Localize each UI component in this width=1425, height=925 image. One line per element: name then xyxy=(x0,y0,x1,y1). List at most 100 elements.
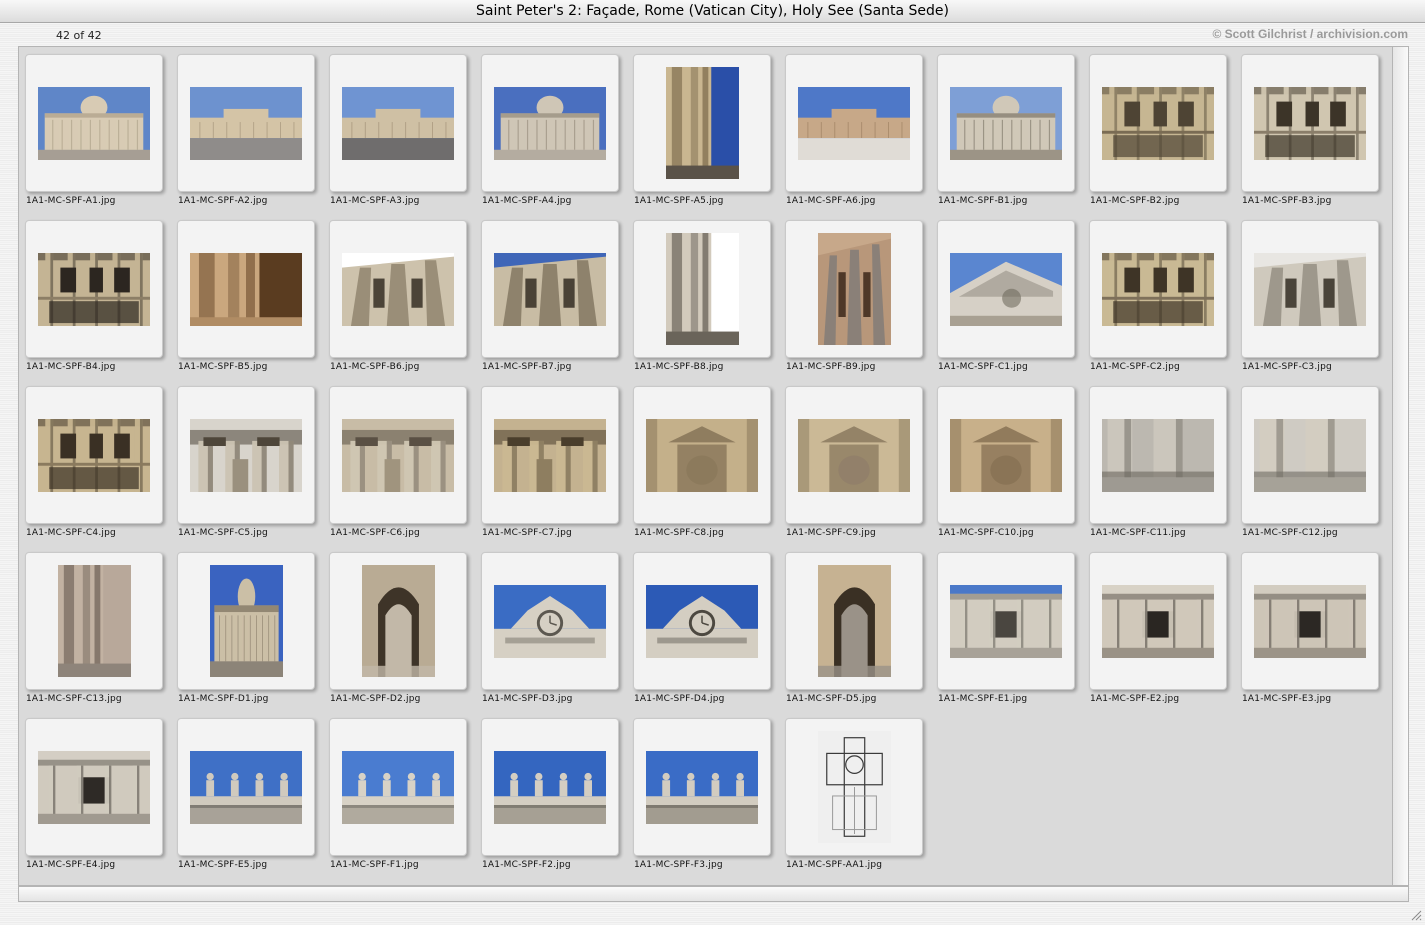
slide-frame[interactable] xyxy=(329,220,467,358)
thumbnail-image[interactable] xyxy=(494,419,606,492)
thumbnail-image[interactable] xyxy=(342,419,454,492)
slide-frame[interactable] xyxy=(1089,54,1227,192)
thumbnail-image[interactable] xyxy=(950,253,1062,326)
slide-frame[interactable] xyxy=(329,54,467,192)
thumbnail-tile[interactable]: 1A1-MC-SPF-A2.jpg xyxy=(176,54,316,214)
thumbnail-image[interactable] xyxy=(1254,87,1366,160)
thumbnail-tile[interactable]: 1A1-MC-SPF-F2.jpg xyxy=(480,718,620,878)
thumbnail-image[interactable] xyxy=(818,565,891,677)
thumbnail-image[interactable] xyxy=(494,87,606,160)
slide-frame[interactable] xyxy=(177,386,315,524)
slide-frame[interactable] xyxy=(25,54,163,192)
thumbnail-image[interactable] xyxy=(818,233,891,345)
thumbnail-tile[interactable]: 1A1-MC-SPF-B7.jpg xyxy=(480,220,620,380)
slide-frame[interactable] xyxy=(1241,386,1379,524)
thumbnail-tile[interactable]: 1A1-MC-SPF-E1.jpg xyxy=(936,552,1076,712)
thumbnail-image[interactable] xyxy=(666,233,739,345)
thumbnail-tile[interactable]: 1A1-MC-SPF-C10.jpg xyxy=(936,386,1076,546)
slide-frame[interactable] xyxy=(25,552,163,690)
thumbnail-tile[interactable]: 1A1-MC-SPF-C5.jpg xyxy=(176,386,316,546)
slide-frame[interactable] xyxy=(481,220,619,358)
slide-frame[interactable] xyxy=(785,386,923,524)
thumbnail-image[interactable] xyxy=(646,585,758,658)
thumbnail-tile[interactable]: 1A1-MC-SPF-F1.jpg xyxy=(328,718,468,878)
thumbnail-image[interactable] xyxy=(798,419,910,492)
thumbnail-tile[interactable]: 1A1-MC-SPF-B6.jpg xyxy=(328,220,468,380)
thumbnail-tile[interactable]: 1A1-MC-SPF-E5.jpg xyxy=(176,718,316,878)
thumbnail-image[interactable] xyxy=(190,253,302,326)
slide-frame[interactable] xyxy=(633,54,771,192)
vertical-scrollbar[interactable] xyxy=(1393,46,1409,886)
thumbnail-image[interactable] xyxy=(646,419,758,492)
thumbnail-image[interactable] xyxy=(362,565,435,677)
thumbnail-tile[interactable]: 1A1-MC-SPF-C9.jpg xyxy=(784,386,924,546)
thumbnail-image[interactable] xyxy=(1102,87,1214,160)
slide-frame[interactable] xyxy=(937,220,1075,358)
slide-frame[interactable] xyxy=(329,718,467,856)
slide-frame[interactable] xyxy=(25,220,163,358)
thumbnail-tile[interactable]: 1A1-MC-SPF-A4.jpg xyxy=(480,54,620,214)
slide-frame[interactable] xyxy=(481,386,619,524)
thumbnail-tile[interactable]: 1A1-MC-SPF-B4.jpg xyxy=(24,220,164,380)
thumbnail-tile[interactable]: 1A1-MC-SPF-C1.jpg xyxy=(936,220,1076,380)
thumbnail-image[interactable] xyxy=(38,419,150,492)
thumbnail-tile[interactable]: 1A1-MC-SPF-D5.jpg xyxy=(784,552,924,712)
thumbnail-image[interactable] xyxy=(646,751,758,824)
thumbnail-image[interactable] xyxy=(494,253,606,326)
thumbnail-tile[interactable]: 1A1-MC-SPF-D3.jpg xyxy=(480,552,620,712)
thumbnail-tile[interactable]: 1A1-MC-SPF-A1.jpg xyxy=(24,54,164,214)
slide-frame[interactable] xyxy=(177,220,315,358)
thumbnail-tile[interactable]: 1A1-MC-SPF-C7.jpg xyxy=(480,386,620,546)
slide-frame[interactable] xyxy=(329,552,467,690)
slide-frame[interactable] xyxy=(177,718,315,856)
thumbnail-tile[interactable]: 1A1-MC-SPF-E2.jpg xyxy=(1088,552,1228,712)
resize-grip-icon[interactable] xyxy=(1410,906,1422,921)
thumbnail-image[interactable] xyxy=(342,87,454,160)
thumbnail-tile[interactable]: 1A1-MC-SPF-C4.jpg xyxy=(24,386,164,546)
slide-frame[interactable] xyxy=(785,718,923,856)
thumbnail-image[interactable] xyxy=(190,87,302,160)
thumbnail-tile[interactable]: 1A1-MC-SPF-C6.jpg xyxy=(328,386,468,546)
slide-frame[interactable] xyxy=(25,718,163,856)
slide-frame[interactable] xyxy=(937,386,1075,524)
horizontal-scrollbar[interactable] xyxy=(18,886,1409,902)
thumbnail-tile[interactable]: 1A1-MC-SPF-E3.jpg xyxy=(1240,552,1380,712)
slide-frame[interactable] xyxy=(481,718,619,856)
thumbnail-image[interactable] xyxy=(190,751,302,824)
thumbnail-image[interactable] xyxy=(798,87,910,160)
thumbnail-tile[interactable]: 1A1-MC-SPF-C8.jpg xyxy=(632,386,772,546)
slide-frame[interactable] xyxy=(937,54,1075,192)
slide-frame[interactable] xyxy=(1241,54,1379,192)
thumbnail-tile[interactable]: 1A1-MC-SPF-D1.jpg xyxy=(176,552,316,712)
thumbnail-tile[interactable]: 1A1-MC-SPF-B5.jpg xyxy=(176,220,316,380)
slide-frame[interactable] xyxy=(633,718,771,856)
slide-frame[interactable] xyxy=(177,552,315,690)
thumbnail-tile[interactable]: 1A1-MC-SPF-B9.jpg xyxy=(784,220,924,380)
thumbnail-image[interactable] xyxy=(190,419,302,492)
thumbnail-image[interactable] xyxy=(342,253,454,326)
thumbnail-image[interactable] xyxy=(950,585,1062,658)
slide-frame[interactable] xyxy=(1241,552,1379,690)
thumbnail-image[interactable] xyxy=(818,731,891,843)
slide-frame[interactable] xyxy=(25,386,163,524)
thumbnail-image[interactable] xyxy=(1254,253,1366,326)
slide-frame[interactable] xyxy=(481,552,619,690)
thumbnail-tile[interactable]: 1A1-MC-SPF-B8.jpg xyxy=(632,220,772,380)
slide-frame[interactable] xyxy=(329,386,467,524)
slide-frame[interactable] xyxy=(177,54,315,192)
thumbnail-image[interactable] xyxy=(58,565,131,677)
slide-frame[interactable] xyxy=(785,54,923,192)
thumbnail-tile[interactable]: 1A1-MC-SPF-E4.jpg xyxy=(24,718,164,878)
thumbnail-tile[interactable]: 1A1-MC-SPF-B3.jpg xyxy=(1240,54,1380,214)
thumbnail-tile[interactable]: 1A1-MC-SPF-AA1.jpg xyxy=(784,718,924,878)
thumbnail-tile[interactable]: 1A1-MC-SPF-C3.jpg xyxy=(1240,220,1380,380)
thumbnail-tile[interactable]: 1A1-MC-SPF-C13.jpg xyxy=(24,552,164,712)
thumbnail-image[interactable] xyxy=(210,565,283,677)
slide-frame[interactable] xyxy=(1241,220,1379,358)
slide-frame[interactable] xyxy=(633,220,771,358)
thumbnail-tile[interactable]: 1A1-MC-SPF-C12.jpg xyxy=(1240,386,1380,546)
thumbnail-image[interactable] xyxy=(342,751,454,824)
slide-frame[interactable] xyxy=(937,552,1075,690)
thumbnail-image[interactable] xyxy=(38,751,150,824)
thumbnail-image[interactable] xyxy=(38,253,150,326)
